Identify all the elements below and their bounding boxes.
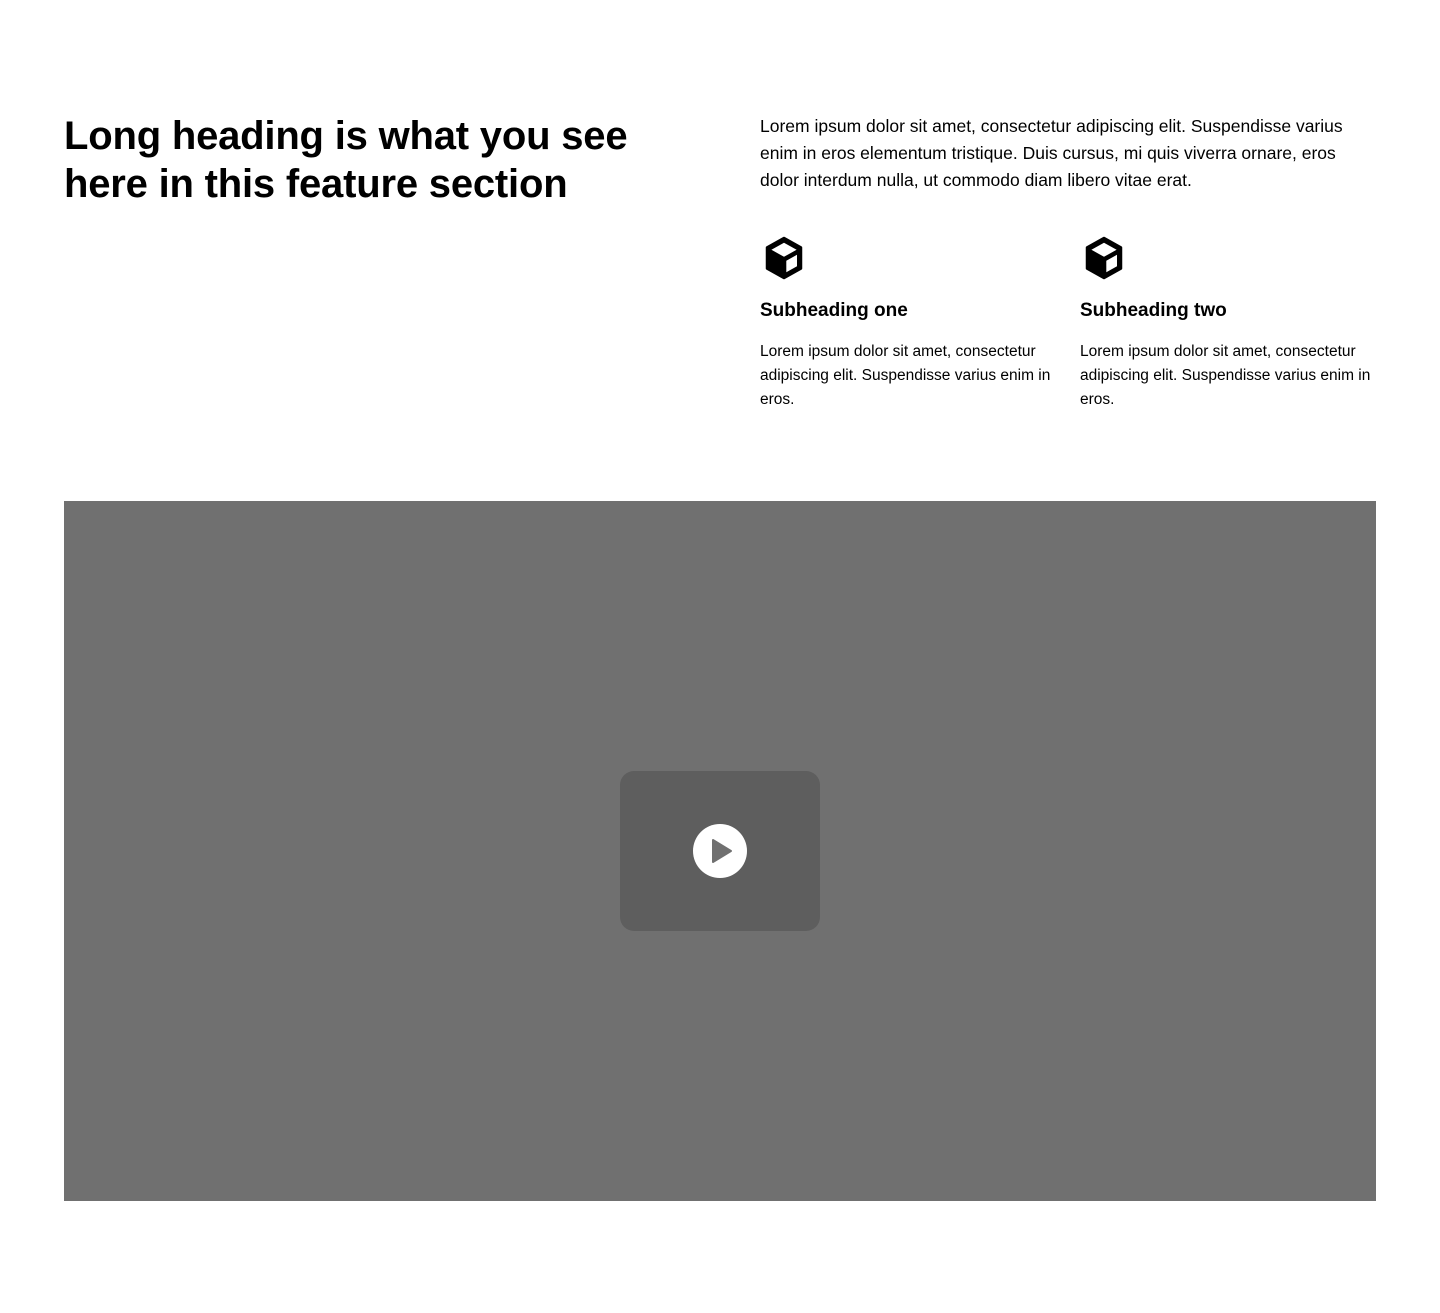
play-icon [693,824,747,878]
feature-list: Subheading one Lorem ipsum dolor sit ame… [760,234,1376,434]
play-button[interactable] [692,823,748,879]
feature-item: Subheading one Lorem ipsum dolor sit ame… [760,234,1056,408]
feature-description: Lorem ipsum dolor sit amet, consectetur … [760,343,1051,408]
section-heading: Long heading is what you see here in thi… [64,114,628,206]
feature-title: Subheading two [1080,300,1227,321]
content-column: Lorem ipsum dolor sit amet, consectetur … [760,112,1376,408]
cube-icon [765,236,803,280]
video-placeholder[interactable] [64,501,1376,1201]
cube-icon [1085,236,1123,280]
intro-text: Lorem ipsum dolor sit amet, consectetur … [760,116,1343,190]
feature-description: Lorem ipsum dolor sit amet, consectetur … [1080,343,1371,408]
feature-section: Long heading is what you see here in thi… [64,112,1376,432]
feature-item: Subheading two Lorem ipsum dolor sit ame… [1080,234,1376,408]
feature-title: Subheading one [760,300,908,321]
video-thumbnail-card [620,771,820,931]
